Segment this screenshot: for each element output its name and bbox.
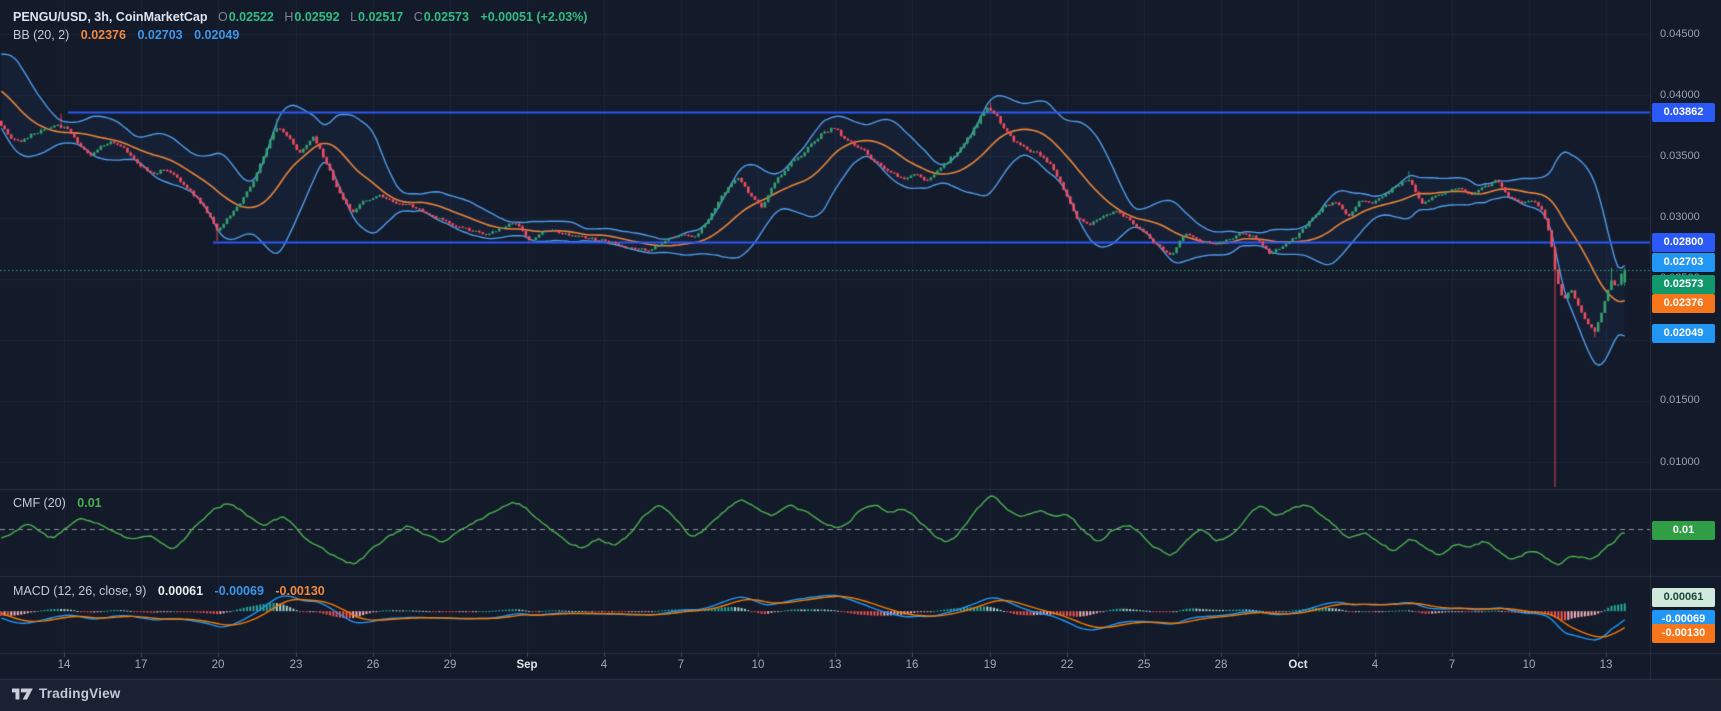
- time-tick-label: 4: [1371, 659, 1379, 671]
- time-tick-label: 10: [1522, 659, 1536, 671]
- price-tick: 0.03500: [1660, 149, 1700, 162]
- price-tick: 0.03000: [1660, 211, 1700, 224]
- tradingview-logo[interactable]: TradingView: [12, 686, 120, 701]
- time-tick-label: 22: [1060, 659, 1074, 671]
- time-tick-label: 20: [211, 659, 225, 671]
- time-tick-label: 13: [828, 659, 842, 671]
- time-tick-label: 25: [1137, 659, 1151, 671]
- time-tick-label: 14: [57, 659, 71, 671]
- time-tick-label: 4: [600, 659, 608, 671]
- price-chart-canvas[interactable]: [0, 0, 1721, 711]
- time-tick-label: 7: [677, 659, 685, 671]
- time-tick-label: 23: [289, 659, 303, 671]
- price-tick: 0.01000: [1660, 455, 1700, 468]
- time-tick-label: 29: [443, 659, 457, 671]
- price-tick: 0.02500: [1660, 272, 1700, 285]
- time-tick-label: 10: [751, 659, 765, 671]
- tradingview-chart-widget: PENGU/USD, 3h, CoinMarketCap O0.02522 H0…: [0, 0, 1721, 711]
- time-tick-label: 19: [983, 659, 997, 671]
- time-tick-label: 13: [1599, 659, 1613, 671]
- time-tick-label: 17: [134, 659, 148, 671]
- tradingview-brand-text: TradingView: [39, 686, 121, 701]
- price-tick: 0.02000: [1660, 333, 1700, 346]
- price-tick: 0.01500: [1660, 394, 1700, 407]
- time-tick-label: Oct: [1288, 659, 1308, 671]
- price-tick: 0.04500: [1660, 27, 1700, 40]
- time-tick-label: 26: [366, 659, 380, 671]
- time-tick-label: 16: [905, 659, 919, 671]
- time-tick-label: 28: [1214, 659, 1228, 671]
- tradingview-logo-icon: [12, 688, 33, 700]
- time-tick-label: 7: [1448, 659, 1456, 671]
- price-tick: 0.04000: [1660, 88, 1700, 101]
- time-tick-label: Sep: [516, 659, 538, 671]
